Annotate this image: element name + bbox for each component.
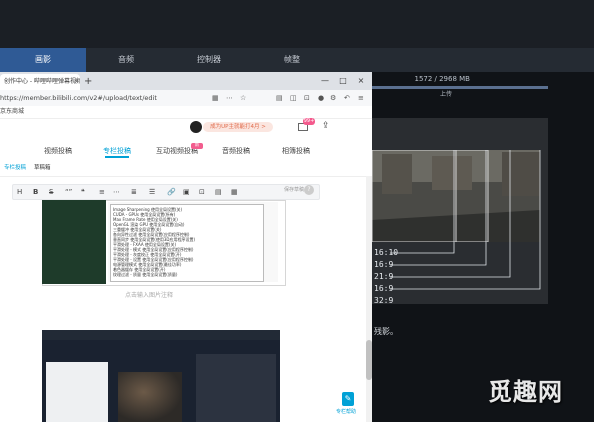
browser-tab[interactable]: 创作中心 - 哔哩哔哩弹幕视频网: [0, 74, 80, 90]
upload-icon[interactable]: ⇪: [322, 121, 330, 131]
quote-button[interactable]: ❝: [81, 186, 85, 198]
background-tab-bar: 画影 音频 控制器 帧整: [0, 48, 594, 72]
article-help-icon[interactable]: ✎: [342, 392, 354, 406]
list-button[interactable]: ☰: [149, 186, 155, 198]
sub-tab-bar: 专栏投稿 草稿箱: [0, 160, 372, 177]
background-tab-picture[interactable]: 画影: [0, 48, 86, 72]
image-button[interactable]: ▣: [183, 186, 190, 198]
tab-album-upload[interactable]: 相簿投稿: [282, 146, 310, 156]
tab-close-icon[interactable]: ×: [74, 74, 79, 90]
more-format-button[interactable]: ⋯: [113, 186, 120, 198]
become-up-banner[interactable]: 成为UP主就能打4月 >: [203, 122, 273, 132]
background-progress-bar: [372, 86, 548, 89]
article-help-label[interactable]: 专栏帮助: [336, 408, 356, 415]
background-tab-audio[interactable]: 音频: [86, 48, 166, 72]
save-draft-label[interactable]: 保存草稿: [284, 186, 304, 193]
album-card-button[interactable]: ▤: [215, 186, 222, 198]
watermark: 觅趣网: [488, 378, 563, 406]
more-icon[interactable]: ⋯: [226, 92, 233, 104]
message-badge: 99+: [303, 118, 315, 125]
address-bar-row: https://member.bilibili.com/v2#/upload/t…: [0, 90, 372, 107]
background-ratio-lines: [390, 150, 541, 290]
align-button[interactable]: ≣: [131, 186, 137, 198]
background-tab-controller[interactable]: 控制器: [166, 48, 252, 72]
background-tab-frame[interactable]: 帧整: [252, 48, 332, 72]
tab-strip: 创作中心 - 哔哩哔哩弹幕视频网 × + — □ ×: [0, 72, 372, 90]
browser-window: 创作中心 - 哔哩哔哩弹幕视频网 × + — □ × https://membe…: [0, 72, 372, 422]
scrollbar-thumb[interactable]: [366, 340, 372, 380]
article-image-2-window: [46, 362, 108, 422]
new-badge: 新: [191, 143, 203, 149]
bookmark-star-icon[interactable]: ☆: [240, 92, 246, 104]
divider-button[interactable]: ≡: [99, 186, 105, 198]
format-brush-button[interactable]: “”: [65, 186, 72, 198]
active-tab-underline: [105, 156, 129, 158]
minimize-button[interactable]: —: [318, 74, 332, 88]
chat-icon[interactable]: ●: [318, 92, 324, 104]
tab-video-upload[interactable]: 视频投稿: [44, 146, 72, 156]
extensions-icon[interactable]: ⚙: [330, 92, 336, 104]
close-window-button[interactable]: ×: [354, 74, 368, 88]
subtab-drafts[interactable]: 草稿箱: [34, 163, 51, 171]
background-upload-label: 上传: [440, 91, 453, 98]
editor-toolbar: H B S “” ❝ ≡ ⋯ ≣ ☰ 🔗 ▣ ⊡ ▤ ▦: [12, 184, 320, 200]
new-tab-button[interactable]: +: [84, 74, 92, 90]
maximize-button[interactable]: □: [336, 74, 350, 88]
product-card-button[interactable]: ▦: [231, 186, 238, 198]
qr-icon[interactable]: ▦: [212, 92, 219, 104]
subtab-article[interactable]: 专栏投稿: [4, 163, 26, 171]
collections-icon[interactable]: ◫: [290, 92, 297, 104]
bold-button[interactable]: B: [33, 186, 38, 198]
reader-icon[interactable]: ▤: [276, 92, 283, 104]
video-card-button[interactable]: ⊡: [199, 186, 205, 198]
image-caption-input[interactable]: 点击输入图片注释: [125, 290, 173, 299]
strikethrough-button[interactable]: S: [49, 186, 53, 198]
scrollbar[interactable]: [366, 176, 372, 422]
settings-row: 纹理过滤 - 质量 使用全局设置(质量): [113, 272, 178, 277]
help-icon[interactable]: ?: [304, 185, 314, 195]
tab-audio-upload[interactable]: 音频投稿: [222, 146, 250, 156]
article-image-2-panel: [196, 354, 276, 422]
avatar[interactable]: [190, 121, 202, 133]
undo-icon[interactable]: ↶: [344, 92, 350, 104]
background-title-area: [0, 0, 594, 48]
menu-icon[interactable]: ≡: [358, 92, 364, 104]
background-caption: 残影。: [374, 327, 398, 336]
tab-article-upload[interactable]: 专栏投稿: [103, 146, 131, 156]
background-file-size: 1572 / 2968 MB: [414, 75, 470, 83]
bookmarks-bar: 京东商城: [0, 106, 372, 119]
link-icon[interactable]: 🔗: [167, 186, 176, 198]
article-image-2-figure: [118, 372, 182, 422]
bookmark-jd[interactable]: 京东商城: [0, 106, 24, 118]
settings-list: Image Sharpening 使用全局设置(关) CUDA - GPUs 使…: [110, 204, 264, 282]
heading-button[interactable]: H: [17, 186, 22, 198]
article-image-2-topbar: [42, 330, 280, 340]
screenshot-icon[interactable]: ⊡: [304, 92, 310, 104]
article-image-1-left: [42, 200, 106, 284]
url-field[interactable]: https://member.bilibili.com/v2#/upload/t…: [0, 92, 200, 104]
